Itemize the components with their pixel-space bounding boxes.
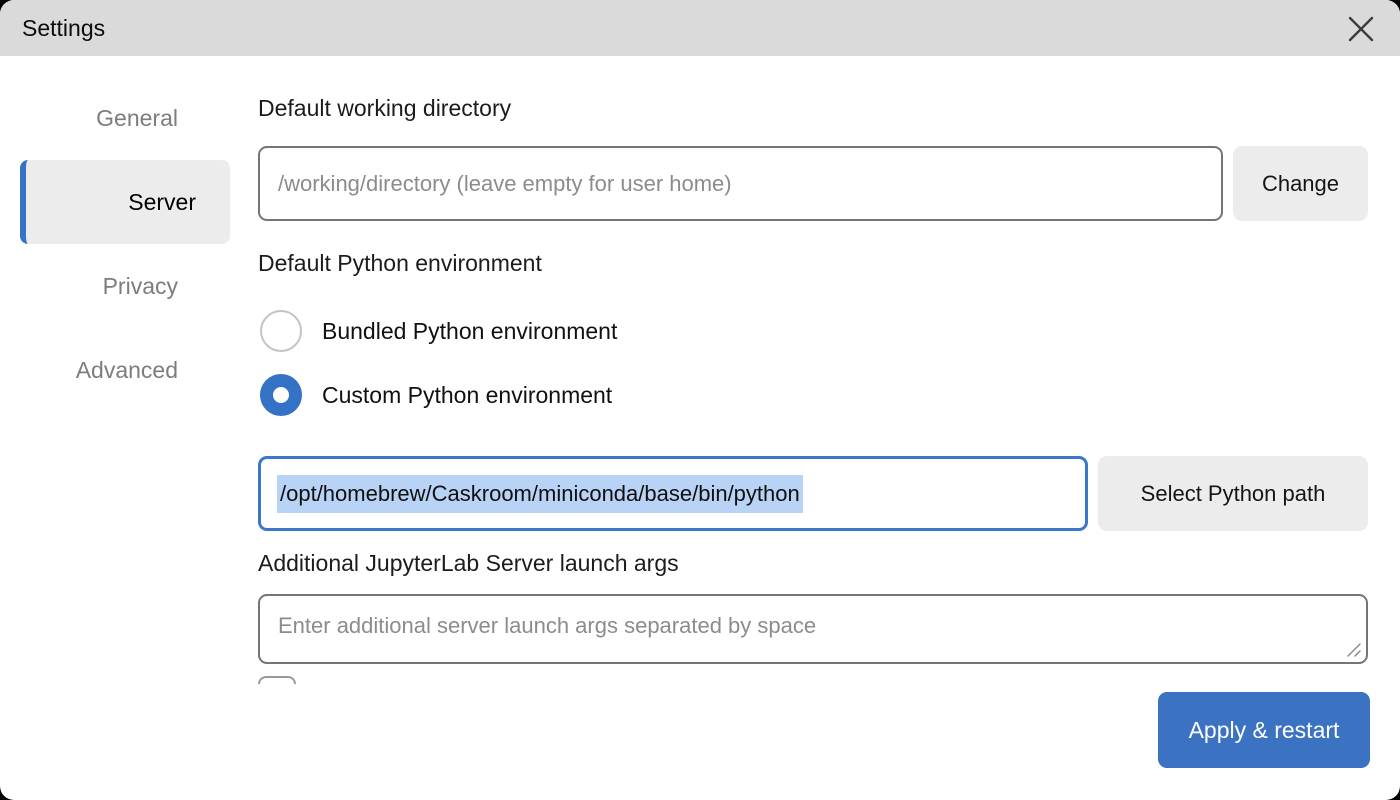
custom-python-label: Custom Python environment [322,382,612,409]
working-directory-label: Default working directory [258,94,1368,122]
title-bar: Settings [0,0,1400,56]
radio-unselected-icon[interactable] [260,310,302,352]
server-settings-panel: Default working directory Change Default… [230,56,1400,800]
radio-selected-icon[interactable] [260,374,302,416]
launch-args-wrap [258,594,1368,664]
python-environment-label: Default Python environment [258,249,1368,277]
sidebar-item-server[interactable]: Server [20,160,230,244]
bundled-python-label: Bundled Python environment [322,318,617,345]
change-directory-button[interactable]: Change [1233,146,1368,221]
working-directory-input[interactable] [258,146,1223,221]
launch-args-textarea[interactable] [258,594,1368,664]
dialog-body: General Server Privacy Advanced Default … [0,56,1400,800]
clipped-checkbox[interactable] [258,676,296,684]
launch-args-label: Additional JupyterLab Server launch args [258,549,1368,577]
dialog-title: Settings [22,15,105,42]
settings-dialog: Settings General Server Privacy Advanced… [0,0,1400,800]
settings-sidebar: General Server Privacy Advanced [0,56,230,800]
python-path-row: /opt/homebrew/Caskroom/miniconda/base/bi… [258,456,1368,531]
resize-grip-icon[interactable] [1346,642,1362,658]
select-python-path-button[interactable]: Select Python path [1098,456,1368,531]
sidebar-item-general[interactable]: General [0,76,230,160]
apply-restart-button[interactable]: Apply & restart [1158,692,1370,768]
custom-python-option[interactable]: Custom Python environment [260,374,1368,416]
close-icon [1346,14,1376,44]
sidebar-item-advanced[interactable]: Advanced [0,328,230,412]
python-path-input[interactable]: /opt/homebrew/Caskroom/miniconda/base/bi… [258,456,1088,531]
close-button[interactable] [1344,12,1378,46]
bundled-python-option[interactable]: Bundled Python environment [260,310,1368,352]
python-path-selected-text: /opt/homebrew/Caskroom/miniconda/base/bi… [277,475,803,513]
sidebar-item-privacy[interactable]: Privacy [0,244,230,328]
working-directory-row: Change [258,146,1368,221]
